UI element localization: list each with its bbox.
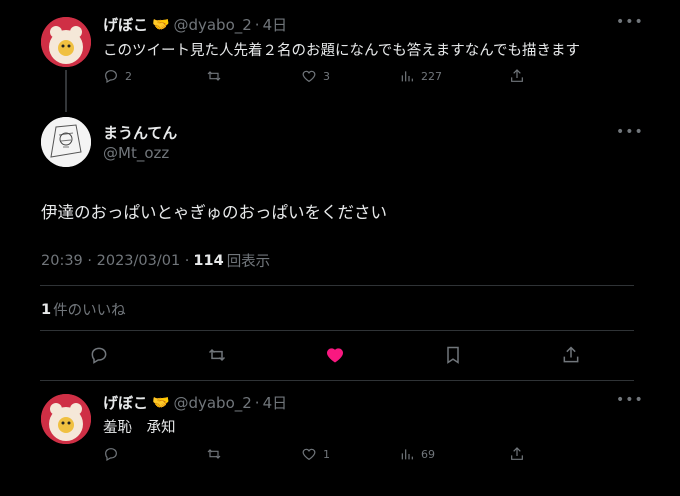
main-views-count: 114 xyxy=(193,252,224,269)
share-icon xyxy=(511,69,523,82)
tweet1-handle[interactable]: @dyabo_2 xyxy=(173,16,251,34)
like-button[interactable]: 1 xyxy=(301,446,399,462)
heart-icon xyxy=(302,448,316,461)
views-button[interactable]: 227 xyxy=(399,68,509,84)
reply-button[interactable] xyxy=(89,345,207,365)
main-meta: 20:39 · 2023/03/01 · 114 回表示 xyxy=(41,250,270,271)
tweet1-text: このツイート見た人先着２名のお題になんでも答えますなんでも描きます xyxy=(103,43,581,59)
views-icon xyxy=(401,71,413,82)
handshake-icon: 🤝 xyxy=(152,394,170,411)
avatar-gebo[interactable] xyxy=(41,17,91,67)
tweet1-name[interactable]: げぼこ xyxy=(103,14,148,35)
retweet-button[interactable] xyxy=(206,446,301,462)
divider xyxy=(40,380,634,381)
like-button-active[interactable] xyxy=(325,345,443,365)
heart-icon xyxy=(302,70,316,83)
reply-icon xyxy=(105,70,117,84)
tweet1-header: げぼこ 🤝 @dyabo_2 · 4日 xyxy=(103,14,287,35)
main-likes-summary[interactable]: 1 件のいいね xyxy=(41,299,126,320)
like-count: 1 xyxy=(323,447,330,461)
like-count: 3 xyxy=(323,69,330,83)
retweet-icon xyxy=(207,449,221,459)
views-button[interactable]: 69 xyxy=(399,446,509,462)
avatar-illustration xyxy=(41,394,91,444)
reply-time[interactable]: 4日 xyxy=(263,392,288,413)
separator-dot: · xyxy=(254,15,260,34)
more-options-icon[interactable]: ••• xyxy=(616,14,644,30)
main-views-label: 回表示 xyxy=(226,254,271,270)
views-icon xyxy=(401,449,413,460)
handshake-icon: 🤝 xyxy=(152,16,170,33)
share-button[interactable] xyxy=(561,345,581,365)
heart-filled-icon xyxy=(326,348,344,363)
reply-button[interactable] xyxy=(103,446,206,462)
more-options-icon[interactable]: ••• xyxy=(616,124,644,140)
retweet-icon xyxy=(208,348,226,362)
reply-header: げぼこ 🤝 @dyabo_2 · 4日 xyxy=(103,392,287,413)
reply-count: 2 xyxy=(125,69,132,83)
avatar-illustration xyxy=(41,17,91,67)
retweet-button[interactable] xyxy=(206,68,301,84)
retweet-icon xyxy=(207,71,221,81)
main-name[interactable]: まうんてん xyxy=(103,122,177,143)
avatar-mt-ozz[interactable] xyxy=(41,117,91,167)
main-likes-label: 件のいいね xyxy=(53,303,126,319)
reply-text: 羞恥 承知 xyxy=(103,420,176,436)
views-count: 69 xyxy=(421,447,435,461)
reply-actions: 1 69 xyxy=(103,446,525,462)
retweet-button[interactable] xyxy=(207,345,325,365)
reply-handle[interactable]: @dyabo_2 xyxy=(173,394,251,412)
main-handle[interactable]: @Mt_ozz xyxy=(103,144,169,162)
share-icon xyxy=(563,346,579,363)
separator-dot: · xyxy=(254,393,260,412)
reply-icon xyxy=(91,347,107,364)
bookmark-icon xyxy=(447,346,459,364)
tweet1-actions: 2 3 227 xyxy=(103,68,525,84)
divider xyxy=(40,285,634,286)
main-tweet-text: 伊達のおっぱいとゃぎゅのおっぱいをください xyxy=(41,203,388,222)
main-actions xyxy=(89,345,581,365)
divider xyxy=(40,330,634,331)
reply-icon xyxy=(105,448,117,462)
share-button[interactable] xyxy=(509,446,525,462)
avatar-gebo[interactable] xyxy=(41,394,91,444)
more-options-icon[interactable]: ••• xyxy=(616,392,644,408)
main-likes-count: 1 xyxy=(41,301,52,318)
main-timestamp[interactable]: 20:39 · 2023/03/01 · xyxy=(41,253,189,269)
views-count: 227 xyxy=(421,69,442,83)
reply-name[interactable]: げぼこ xyxy=(103,392,148,413)
share-button[interactable] xyxy=(509,68,525,84)
share-icon xyxy=(511,447,523,460)
reply-button[interactable]: 2 xyxy=(103,68,206,84)
like-button[interactable]: 3 xyxy=(301,68,399,84)
bookmark-button[interactable] xyxy=(443,345,561,365)
thread-line xyxy=(65,70,67,112)
tweet1-time[interactable]: 4日 xyxy=(263,14,288,35)
avatar-sketch xyxy=(41,117,91,167)
